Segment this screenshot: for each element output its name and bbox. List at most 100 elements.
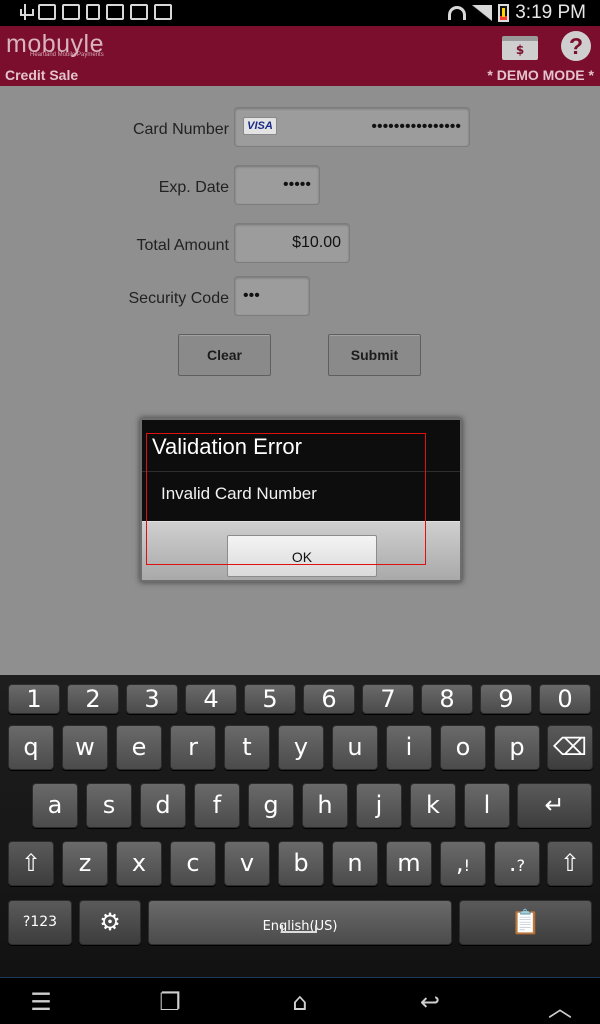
cash-icon: $ — [515, 43, 525, 57]
card-number-label: Card Number — [132, 121, 229, 138]
key-j[interactable]: j — [356, 783, 402, 828]
backspace-icon: ⌫ — [553, 733, 587, 761]
validation-error-dialog: Validation Error Invalid Card Number OK — [140, 418, 462, 582]
key-d[interactable]: d — [140, 783, 186, 828]
key-5[interactable]: 5 — [244, 684, 296, 714]
ok-button[interactable]: OK — [227, 535, 377, 577]
dialog-message: Invalid Card Number — [161, 484, 317, 503]
settings-key[interactable]: ⚙ — [79, 900, 141, 945]
key-l[interactable]: l — [464, 783, 510, 828]
exp-date-value: ••••• — [282, 176, 311, 193]
recent-apps-icon[interactable]: ❐ — [145, 988, 195, 1016]
clear-button[interactable]: Clear — [178, 334, 271, 376]
status-bar: 3:19 PM — [0, 0, 600, 26]
dialog-divider — [142, 471, 460, 472]
key-0[interactable]: 0 — [539, 684, 591, 714]
soft-keyboard: 1 2 3 4 5 6 7 8 9 0 q w e r t y u i o p … — [0, 675, 600, 977]
enter-icon: ↵ — [544, 791, 565, 819]
keyboard-icon — [38, 4, 56, 20]
key-k[interactable]: k — [410, 783, 456, 828]
symbols-key[interactable]: ?123 — [8, 900, 72, 945]
logo-subtitle: Heartland Mobile Payments — [30, 52, 104, 58]
key-b[interactable]: b — [278, 841, 324, 886]
key-a[interactable]: a — [32, 783, 78, 828]
key-comma[interactable]: ,! — [440, 841, 486, 886]
key-w[interactable]: w — [62, 725, 108, 770]
exp-date-field[interactable]: ••••• — [234, 165, 320, 205]
key-7[interactable]: 7 — [362, 684, 414, 714]
comma-alt-label: ! — [463, 856, 471, 875]
card-number-value: •••••••••••••••• — [371, 118, 461, 135]
key-c[interactable]: c — [170, 841, 216, 886]
sd-card-icon — [86, 4, 100, 20]
key-6[interactable]: 6 — [303, 684, 355, 714]
key-p[interactable]: p — [494, 725, 540, 770]
key-f[interactable]: f — [194, 783, 240, 828]
key-period[interactable]: .? — [494, 841, 540, 886]
key-r[interactable]: r — [170, 725, 216, 770]
card-number-field[interactable]: VISA •••••••••••••••• — [234, 107, 470, 147]
space-key[interactable]: English(US) — [148, 900, 452, 945]
key-h[interactable]: h — [302, 783, 348, 828]
hide-keyboard-icon[interactable]: ︿ — [535, 988, 585, 1023]
battery-icon — [498, 4, 510, 22]
mail-icon — [106, 4, 124, 20]
shift-key-right[interactable]: ⇧ — [547, 841, 593, 886]
enter-key[interactable]: ↵ — [517, 783, 592, 828]
key-2[interactable]: 2 — [67, 684, 119, 714]
cash-button[interactable]: $ — [502, 36, 538, 60]
key-u[interactable]: u — [332, 725, 378, 770]
total-amount-label: Total Amount — [136, 237, 230, 254]
key-g[interactable]: g — [248, 783, 294, 828]
visa-card-icon: VISA — [243, 117, 277, 135]
navigation-bar: ☰ ❐ ⌂ ↩ ︿ — [0, 977, 600, 1024]
shift-key-left[interactable]: ⇧ — [8, 841, 54, 886]
key-3[interactable]: 3 — [126, 684, 178, 714]
key-8[interactable]: 8 — [421, 684, 473, 714]
screen-title: Credit Sale — [5, 67, 79, 83]
submit-button[interactable]: Submit — [328, 334, 421, 376]
key-1[interactable]: 1 — [8, 684, 60, 714]
key-e[interactable]: e — [116, 725, 162, 770]
key-4[interactable]: 4 — [185, 684, 237, 714]
credit-sale-form: Card Number VISA •••••••••••••••• Exp. D… — [0, 86, 600, 675]
key-v[interactable]: v — [224, 841, 270, 886]
key-z[interactable]: z — [62, 841, 108, 886]
key-x[interactable]: x — [116, 841, 162, 886]
period-alt-label: ? — [516, 856, 526, 875]
total-amount-field[interactable]: $10.00 — [234, 223, 350, 263]
key-s[interactable]: s — [86, 783, 132, 828]
menu-icon[interactable]: ☰ — [16, 988, 66, 1016]
backspace-key[interactable]: ⌫ — [547, 725, 593, 770]
key-n[interactable]: n — [332, 841, 378, 886]
exp-date-label: Exp. Date — [158, 179, 229, 196]
security-code-value: ••• — [243, 287, 260, 304]
key-9[interactable]: 9 — [480, 684, 532, 714]
security-code-label: Security Code — [128, 290, 230, 307]
demo-mode-label: * DEMO MODE * — [487, 67, 594, 83]
download-icon — [154, 4, 172, 20]
security-code-field[interactable]: ••• — [234, 276, 310, 316]
signal-icon — [472, 5, 493, 21]
clipboard-icon: 📋 — [510, 908, 541, 936]
shift-icon: ⇧ — [559, 849, 581, 877]
key-m[interactable]: m — [386, 841, 432, 886]
sync-icon — [62, 4, 80, 20]
back-icon[interactable]: ↩ — [405, 988, 455, 1016]
dialog-title: Validation Error — [152, 434, 302, 459]
key-o[interactable]: o — [440, 725, 486, 770]
app-header: mobuyle Heartland Mobile Payments Credit… — [0, 26, 600, 86]
key-i[interactable]: i — [386, 725, 432, 770]
key-q[interactable]: q — [8, 725, 54, 770]
status-clock: 3:19 PM — [515, 2, 586, 23]
help-button[interactable]: ? — [561, 31, 591, 61]
usb-icon — [18, 4, 34, 20]
total-amount-value: $10.00 — [292, 234, 341, 251]
key-t[interactable]: t — [224, 725, 270, 770]
period-label: . — [508, 849, 517, 877]
home-icon[interactable]: ⌂ — [275, 988, 325, 1016]
notification-icons — [18, 4, 172, 20]
comma-label: , — [455, 849, 464, 877]
clipboard-key[interactable]: 📋 — [459, 900, 592, 945]
key-y[interactable]: y — [278, 725, 324, 770]
